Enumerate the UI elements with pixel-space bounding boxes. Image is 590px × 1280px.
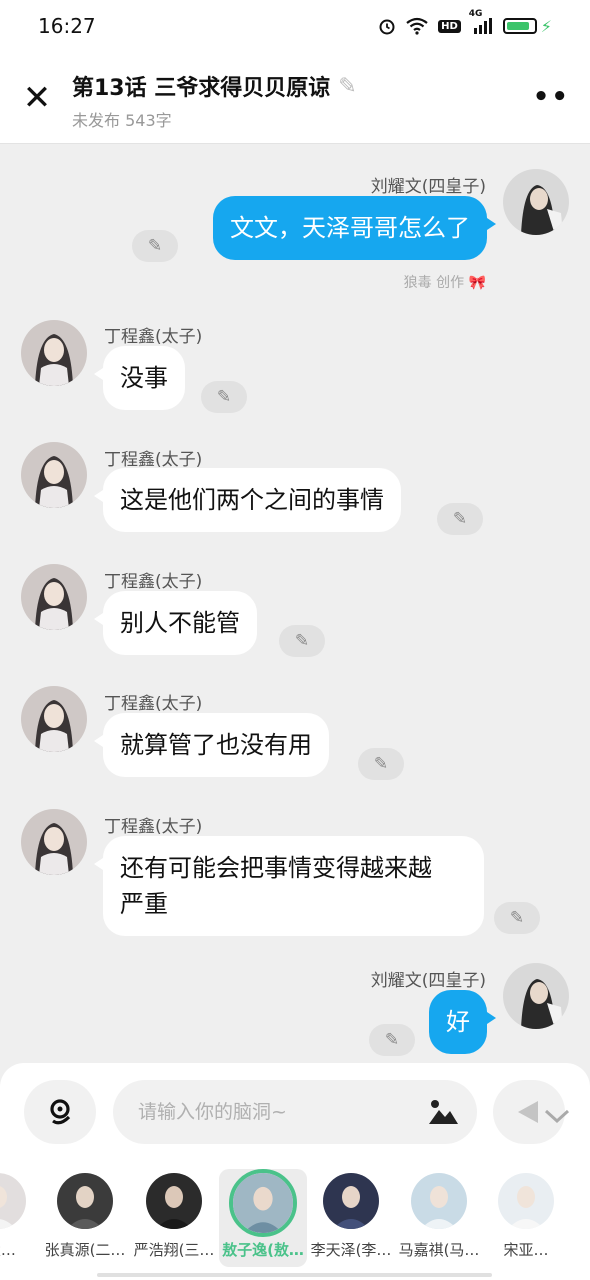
- sender-name: 丁程鑫(太子): [104, 817, 203, 837]
- avatar[interactable]: [21, 686, 87, 752]
- message-bubble[interactable]: 文文，天泽哥哥怎么了: [213, 196, 496, 260]
- character-strip[interactable]: (太… 张真源(二… 严浩翔(三… 敖子逸(敖… 李天泽(李… 马嘉祺(马… 宋…: [0, 1169, 590, 1269]
- chapter-title[interactable]: 第13话 三爷求得贝贝原谅: [72, 70, 330, 102]
- story-input[interactable]: [113, 1080, 477, 1144]
- avatar[interactable]: [503, 169, 569, 235]
- message-bubble[interactable]: 还有可能会把事情变得越来越 严重: [94, 836, 484, 936]
- sender-name: 丁程鑫(太子): [104, 327, 203, 347]
- sender-name: 丁程鑫(太子): [104, 450, 203, 470]
- character-item[interactable]: 马嘉祺(马…: [395, 1169, 483, 1267]
- character-item-selected[interactable]: 敖子逸(敖…: [219, 1169, 307, 1267]
- title-row: 第13话 三爷求得贝贝原谅 ✎: [72, 70, 357, 102]
- hd-icon: HD: [438, 19, 461, 33]
- battery-icon: [502, 18, 537, 34]
- character-item[interactable]: 张真源(二…: [41, 1169, 129, 1267]
- character-avatar: [323, 1173, 379, 1229]
- close-icon[interactable]: ✕: [20, 78, 54, 118]
- chat-area[interactable]: 刘耀文(四皇子) 文文，天泽哥哥怎么了 ✎ 狼毒 创作 🎀 丁程鑫(太子) 没事…: [0, 145, 590, 1063]
- edit-message-icon[interactable]: ✎: [358, 748, 404, 780]
- more-icon[interactable]: ••: [533, 82, 570, 112]
- avatar[interactable]: [21, 564, 87, 630]
- avatar[interactable]: [21, 442, 87, 508]
- network-label: 4G: [468, 9, 483, 19]
- character-name: 马嘉祺(马…: [398, 1241, 480, 1259]
- sender-name: 刘耀文(四皇子): [370, 971, 486, 991]
- chapter-subtitle: 未发布 543字: [72, 111, 172, 130]
- character-avatar: [498, 1173, 554, 1229]
- character-avatar: [0, 1173, 26, 1229]
- character-avatar: [411, 1173, 467, 1229]
- message-bubble[interactable]: 好: [429, 990, 496, 1054]
- edit-message-icon[interactable]: ✎: [201, 381, 247, 413]
- alarm-icon: [378, 17, 396, 35]
- character-avatar: [146, 1173, 202, 1229]
- chevron-down-icon[interactable]: [540, 1103, 574, 1133]
- image-icon[interactable]: [425, 1096, 461, 1128]
- edit-message-icon[interactable]: ✎: [279, 625, 325, 657]
- character-name: 敖子逸(敖…: [222, 1241, 304, 1259]
- pencil-icon[interactable]: ✎: [338, 74, 356, 99]
- status-bar: 16:27 HD 4G ⚡: [0, 0, 590, 52]
- edit-message-icon[interactable]: ✎: [132, 230, 178, 262]
- message-line: 还有可能会把事情变得越来越: [120, 854, 432, 882]
- sender-name: 丁程鑫(太子): [104, 694, 203, 714]
- input-panel: (太… 张真源(二… 严浩翔(三… 敖子逸(敖… 李天泽(李… 马嘉祺(马… 宋…: [0, 1063, 590, 1280]
- avatar[interactable]: [21, 320, 87, 386]
- charging-icon: ⚡: [540, 16, 552, 36]
- character-avatar: [229, 1169, 297, 1237]
- chapter-header: ✕ 第13话 三爷求得贝贝原谅 ✎ 未发布 543字 ••: [0, 52, 590, 144]
- status-icons: HD 4G ⚡: [378, 9, 552, 36]
- scroll-indicator: [97, 1273, 492, 1277]
- status-time: 16:27: [38, 14, 96, 38]
- character-name: 张真源(二…: [44, 1241, 126, 1259]
- character-name: 严浩翔(三…: [133, 1241, 215, 1259]
- message-bubble[interactable]: 别人不能管: [94, 591, 257, 655]
- edit-message-icon[interactable]: ✎: [494, 902, 540, 934]
- character-item[interactable]: (太…: [0, 1169, 42, 1267]
- character-name: 宋亚…: [503, 1241, 549, 1259]
- sender-name: 丁程鑫(太子): [104, 572, 203, 592]
- message-bubble[interactable]: 没事: [94, 346, 185, 410]
- message-bubble[interactable]: 就算管了也没有用: [94, 713, 329, 777]
- creator-note: 狼毒 创作 🎀: [403, 275, 486, 291]
- message-line: 严重: [120, 890, 168, 918]
- wifi-icon: [406, 17, 428, 35]
- character-name: (太…: [0, 1241, 16, 1259]
- character-name: 李天泽(李…: [310, 1241, 392, 1259]
- character-item[interactable]: 李天泽(李…: [307, 1169, 395, 1267]
- avatar[interactable]: [21, 809, 87, 875]
- avatar[interactable]: [503, 963, 569, 1029]
- edit-message-icon[interactable]: ✎: [369, 1024, 415, 1056]
- voice-icon[interactable]: [24, 1080, 96, 1144]
- character-item[interactable]: 严浩翔(三…: [130, 1169, 218, 1267]
- signal-icon: 4G: [469, 9, 493, 35]
- sender-name: 刘耀文(四皇子): [370, 177, 486, 197]
- edit-message-icon[interactable]: ✎: [437, 503, 483, 535]
- character-avatar: [57, 1173, 113, 1229]
- message-bubble[interactable]: 这是他们两个之间的事情: [94, 468, 401, 532]
- battery-fill: [506, 22, 529, 30]
- character-item[interactable]: 宋亚…: [482, 1169, 570, 1267]
